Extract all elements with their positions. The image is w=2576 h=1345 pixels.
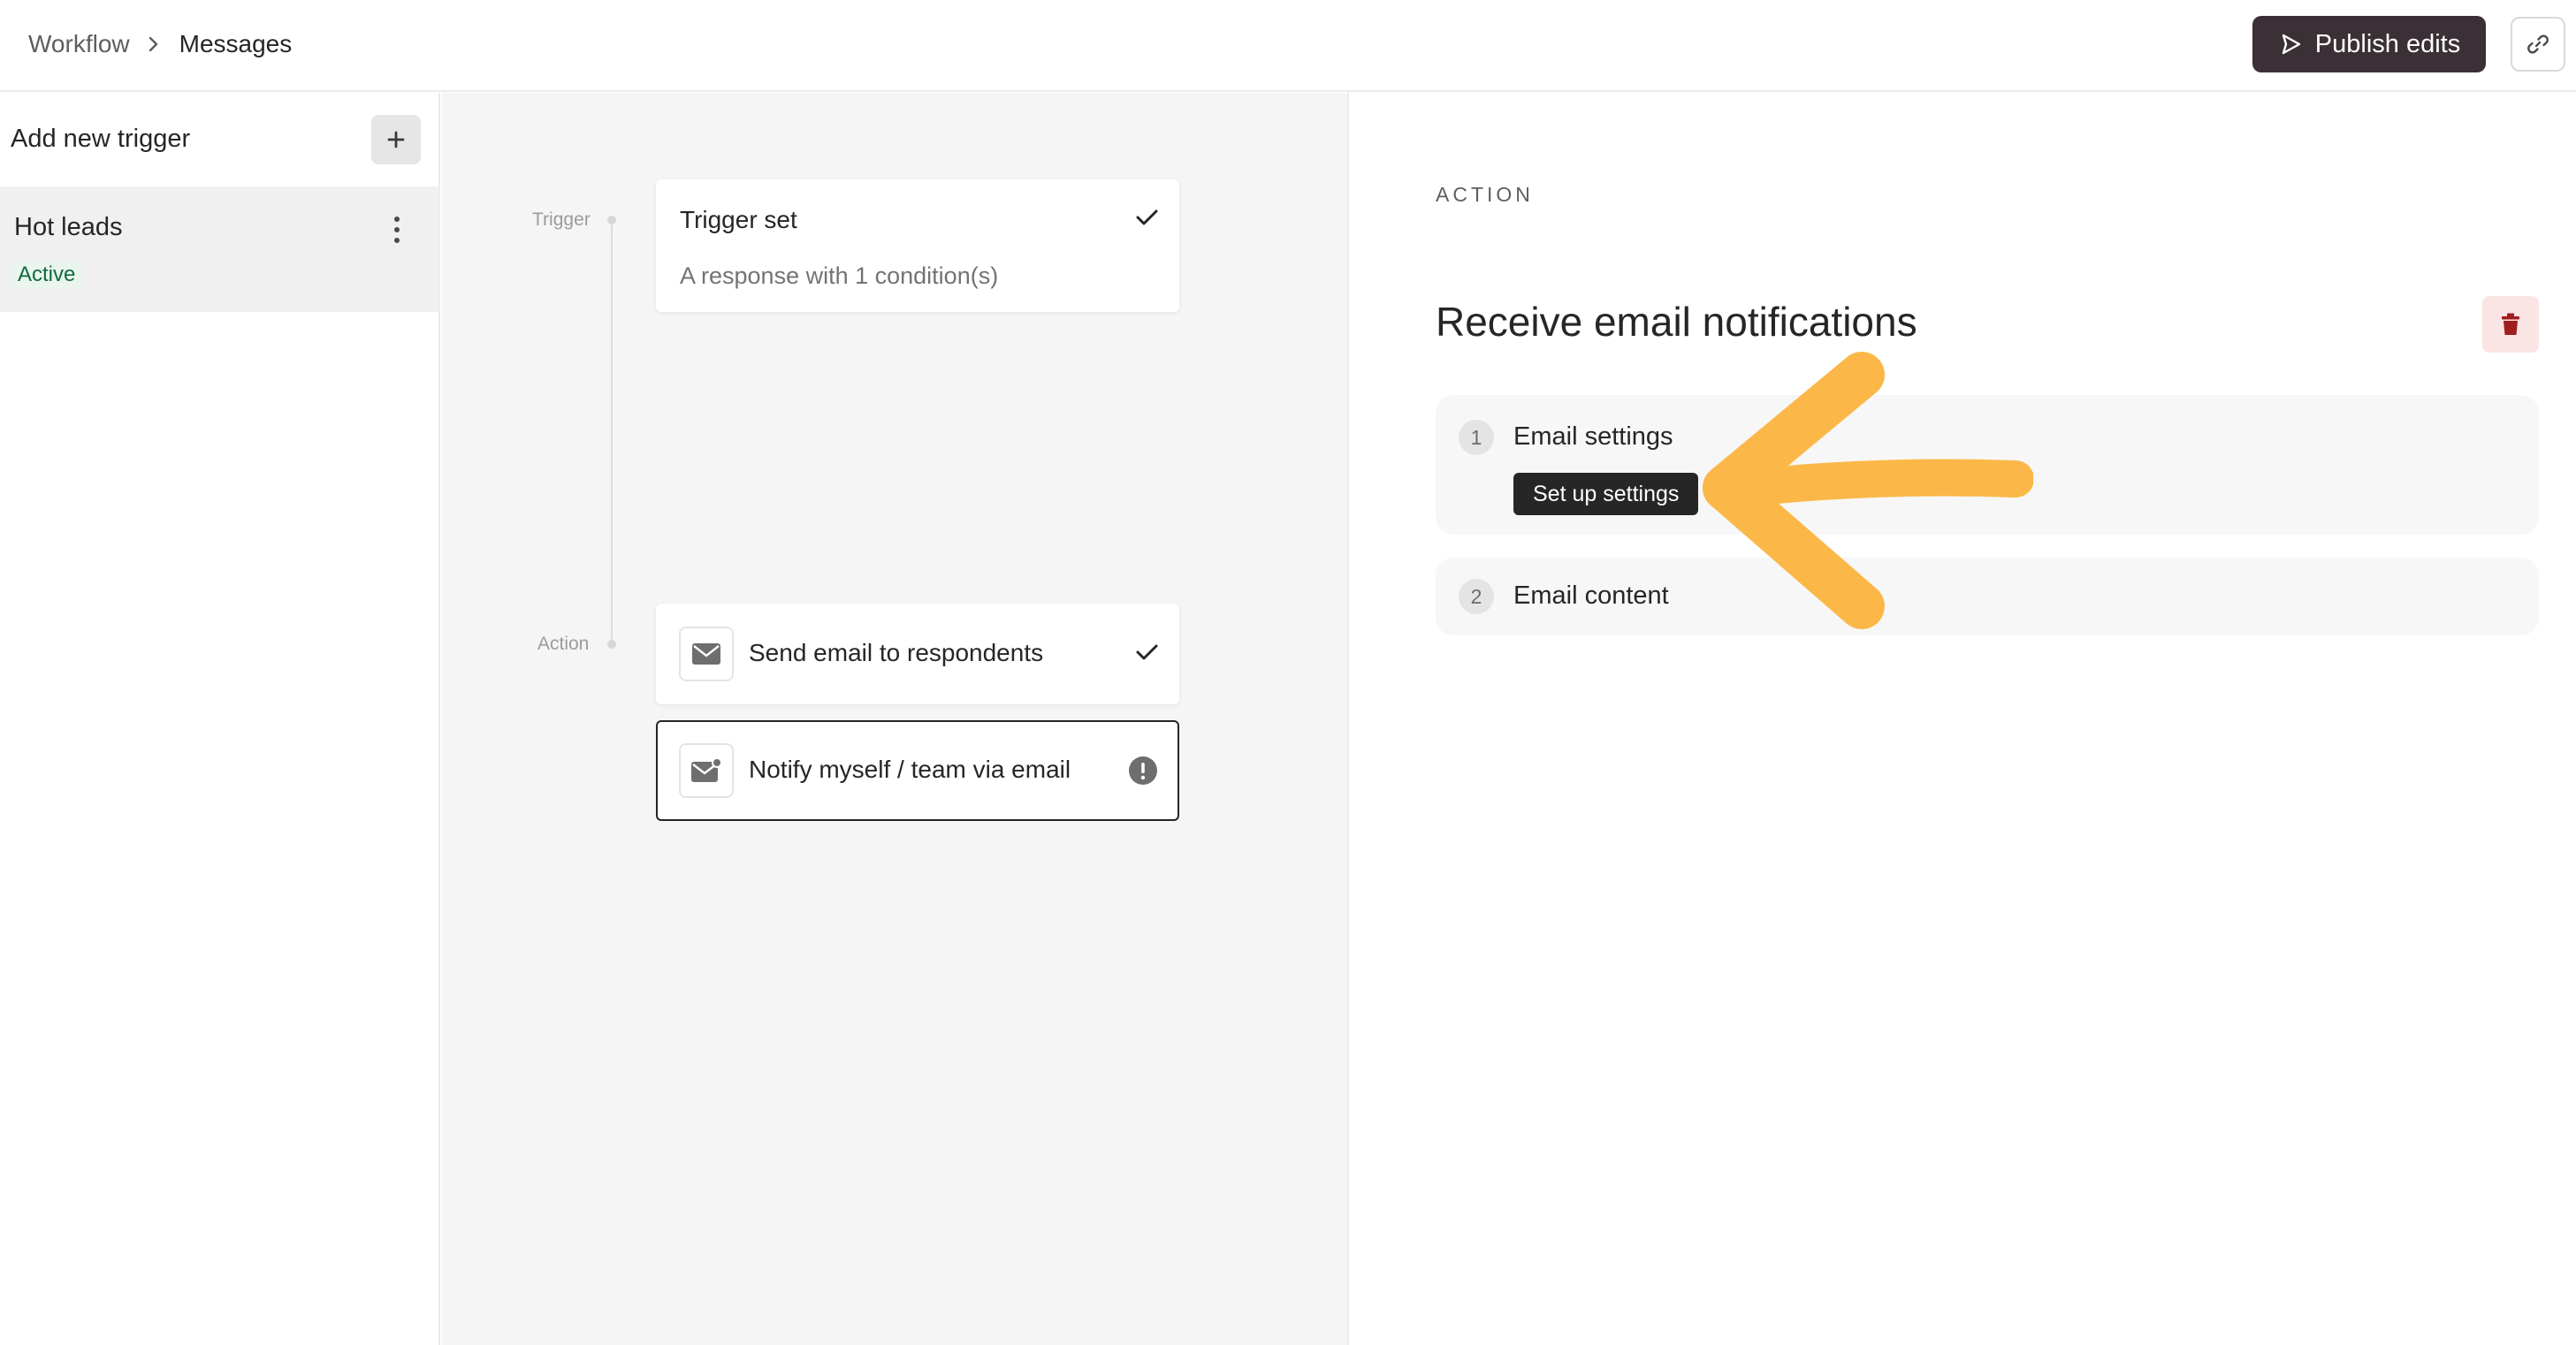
timeline-label-trigger: Trigger [532, 209, 591, 230]
delete-button[interactable] [2482, 296, 2539, 353]
breadcrumb-workflow[interactable]: Workflow [28, 30, 130, 58]
warning-icon [1129, 756, 1157, 785]
status-badge: Active [11, 261, 83, 289]
publish-edits-label: Publish edits [2314, 29, 2461, 58]
plus-icon [387, 131, 405, 148]
check-icon [1136, 209, 1158, 225]
sidebar-title: Add new trigger [11, 125, 191, 153]
step-title: Email settings [1513, 422, 1673, 451]
mail-notify-icon [679, 743, 734, 798]
link-icon [2527, 34, 2549, 54]
check-icon [1136, 644, 1158, 660]
step-number: 2 [1459, 579, 1494, 614]
chevron-right-icon [148, 35, 160, 53]
action-card-title: Notify myself / team via email [749, 756, 1071, 783]
send-icon [2282, 34, 2300, 55]
trash-icon [2502, 313, 2519, 335]
breadcrumb-messages: Messages [179, 30, 293, 57]
timeline-dot-trigger [607, 216, 616, 224]
page-title: Receive email notifications [1436, 299, 1917, 345]
timeline-label-action: Action [537, 634, 590, 654]
mail-icon [679, 627, 734, 681]
trigger-name: Hot leads [14, 213, 123, 241]
copy-link-button[interactable] [2511, 17, 2565, 72]
add-trigger-button[interactable] [371, 115, 421, 164]
breadcrumb: Workflow Messages [28, 0, 292, 88]
top-bar: Workflow Messages Publish edits [0, 0, 2576, 92]
step-title: Email content [1513, 581, 1669, 610]
trigger-card-title: Trigger set [680, 206, 797, 233]
action-card-title: Send email to respondents [749, 639, 1044, 666]
trigger-sidebar: Add new trigger Hot leads Active [0, 93, 440, 1345]
set-up-settings-button[interactable]: Set up settings [1513, 473, 1699, 515]
more-options-icon[interactable] [380, 209, 414, 250]
action-card-notify-team[interactable]: Notify myself / team via email [656, 720, 1179, 821]
workflow-canvas: Trigger Action Trigger set A response wi… [442, 93, 1349, 1345]
timeline-line [611, 224, 613, 648]
action-card-send-email[interactable]: Send email to respondents [656, 604, 1179, 704]
sidebar-item-hot-leads[interactable]: Hot leads Active [0, 186, 438, 312]
annotation-arrow-icon [1703, 352, 2033, 629]
step-number: 1 [1459, 420, 1494, 455]
action-detail-panel: ACTION Receive email notifications 1 Ema… [1351, 93, 2576, 1345]
trigger-card[interactable]: Trigger set A response with 1 condition(… [656, 179, 1179, 312]
section-label: ACTION [1436, 183, 1534, 206]
trigger-card-subtitle: A response with 1 condition(s) [680, 262, 999, 289]
timeline-dot-action [607, 640, 616, 649]
publish-edits-button[interactable]: Publish edits [2252, 16, 2486, 72]
